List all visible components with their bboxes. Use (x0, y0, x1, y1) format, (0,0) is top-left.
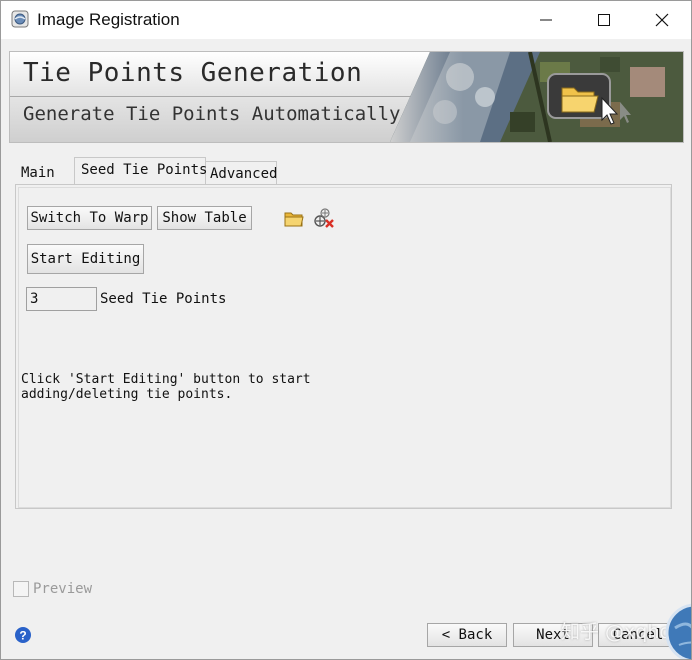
tab-main-label: Main (21, 165, 55, 181)
seed-tie-points-panel (15, 184, 672, 509)
tab-advanced-label: Advanced (210, 166, 278, 182)
seed-tie-points-inner-panel (18, 187, 671, 508)
minimize-icon (540, 19, 552, 21)
title-bar: Image Registration (1, 1, 691, 39)
close-button[interactable] (633, 1, 691, 39)
help-icon[interactable]: ? (14, 626, 32, 644)
back-button[interactable]: < Back (427, 623, 507, 647)
app-icon (11, 10, 29, 28)
banner-subtitle: Generate Tie Points Automatically (23, 103, 401, 125)
start-editing-button[interactable]: Start Editing (27, 244, 144, 274)
window-title: Image Registration (37, 10, 180, 29)
delete-tie-points-icon[interactable] (312, 207, 336, 229)
globe-icon (665, 603, 691, 659)
maximize-button[interactable] (575, 1, 633, 39)
satellite-image-banner (390, 52, 683, 142)
switch-to-warp-button[interactable]: Switch To Warp (27, 206, 152, 230)
watermark-text: 知乎 @xqhd (561, 621, 672, 643)
tab-advanced[interactable]: Advanced (205, 161, 277, 184)
instruction-text: Click 'Start Editing' button to start ad… (21, 372, 311, 402)
svg-text:?: ? (19, 629, 26, 643)
banner-title: Tie Points Generation (23, 58, 363, 88)
minimize-button[interactable] (517, 1, 575, 39)
seed-tie-points-count-label: Seed Tie Points (100, 291, 227, 307)
image-registration-window: Image Registration Tie Points Generation… (0, 0, 692, 660)
wizard-banner: Tie Points Generation Generate Tie Point… (9, 51, 684, 143)
tab-seed-tie-points-label: Seed Tie Points (81, 162, 208, 178)
preview-checkbox[interactable] (13, 581, 29, 597)
close-icon (655, 13, 669, 27)
show-table-button[interactable]: Show Table (157, 206, 252, 230)
tab-main[interactable]: Main (15, 159, 73, 183)
maximize-icon (598, 14, 610, 26)
folder-banner-icon (547, 73, 611, 119)
seed-tie-points-count-input[interactable] (26, 287, 97, 311)
preview-label: Preview (33, 581, 93, 597)
banner-divider (10, 96, 430, 97)
tab-seed-tie-points[interactable]: Seed Tie Points (74, 157, 208, 184)
folder-open-icon[interactable] (283, 208, 305, 228)
